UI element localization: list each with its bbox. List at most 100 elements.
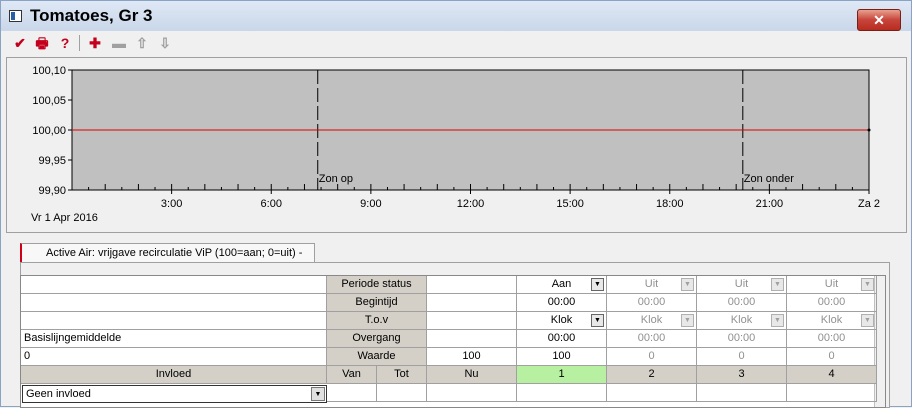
move-down-icon[interactable]: ⇩	[156, 34, 174, 52]
header-van: Van	[327, 366, 377, 384]
close-button[interactable]: ✕	[857, 9, 901, 31]
header-period-4-text: 4	[828, 368, 835, 380]
tab-label: Active Air: vrijgave recirculatie ViP (1…	[46, 247, 303, 259]
period-1-tov-text: Klok	[550, 314, 573, 326]
left-row-cell	[21, 294, 327, 312]
period-4-tov-text: Klok	[820, 314, 843, 326]
period-4-status[interactable]: Uit ▼	[787, 276, 877, 294]
row-label-begin-text: Begintijd	[355, 296, 398, 308]
invloed-select-value: Geen invloed	[26, 388, 91, 400]
period-4-overgang[interactable]: 00:00	[787, 330, 877, 348]
period-1-tov[interactable]: Klok ▼	[517, 312, 607, 330]
remove-icon[interactable]: ▬	[110, 34, 128, 52]
period-1-overgang[interactable]: 00:00	[517, 330, 607, 348]
van-value-cell[interactable]	[327, 384, 377, 402]
invloed-select[interactable]: Geen invloed ▼	[22, 385, 327, 403]
header-invloed-text: Invloed	[155, 368, 192, 380]
row-label-begin: Begintijd	[327, 294, 427, 312]
x-tick-label: Za 2	[858, 198, 880, 210]
window-title: Tomatoes, Gr 3	[30, 6, 153, 25]
period-3-overgang-text: 00:00	[727, 332, 756, 344]
header-period-3[interactable]: 3	[697, 366, 787, 384]
nu-value-cell-text: 100	[462, 350, 481, 362]
period-2-overgang-text: 00:00	[637, 332, 666, 344]
confirm-icon[interactable]: ✔	[11, 34, 29, 52]
app-icon	[9, 10, 22, 22]
dropdown-arrow-icon[interactable]: ▼	[591, 278, 604, 291]
dropdown-arrow-icon[interactable]: ▼	[591, 314, 604, 327]
x-tick-label: 12:00	[457, 198, 485, 210]
header-van-text: Van	[342, 368, 361, 380]
dropdown-arrow-icon[interactable]: ▼	[861, 314, 874, 327]
period-3-status[interactable]: Uit ▼	[697, 276, 787, 294]
move-up-icon[interactable]: ⇧	[133, 34, 151, 52]
period-1-status[interactable]: Aan ▼	[517, 276, 607, 294]
dropdown-arrow-icon[interactable]: ▼	[681, 278, 694, 291]
row-label-status-text: Periode status	[341, 278, 412, 290]
x-tick-label: 6:00	[261, 198, 282, 210]
print-icon[interactable]: 🖶	[33, 34, 51, 52]
chart-date-label: Vr 1 Apr 2016	[31, 212, 98, 224]
nu-value-cell	[427, 312, 517, 330]
left-row-cell	[21, 276, 327, 294]
row-label-overgang-text: Overgang	[352, 332, 401, 344]
period-3-begin[interactable]: 00:00	[697, 294, 787, 312]
left-row-cell	[21, 312, 327, 330]
y-tick-label: 99,95	[38, 155, 66, 167]
x-tick-label: 15:00	[556, 198, 584, 210]
y-tick-label: 99,90	[38, 185, 66, 197]
period-2-begin-text: 00:00	[637, 296, 666, 308]
period-2-waarde[interactable]: 0	[607, 348, 697, 366]
header-period-4[interactable]: 4	[787, 366, 877, 384]
left-row-cell: 0	[21, 348, 327, 366]
x-tick-label: 9:00	[360, 198, 381, 210]
period-3-tov[interactable]: Klok ▼	[697, 312, 787, 330]
period-2-status[interactable]: Uit ▼	[607, 276, 697, 294]
period-empty-cell	[517, 384, 607, 402]
dropdown-arrow-icon[interactable]: ▼	[771, 278, 784, 291]
chart-panel: 100,10 100,05 100,00 99,95 99,90 3:00 6:00 9:00…	[6, 57, 907, 233]
period-3-waarde[interactable]: 0	[697, 348, 787, 366]
header-tot-text: Tot	[394, 368, 409, 380]
period-4-waarde[interactable]: 0	[787, 348, 877, 366]
chevron-down-icon[interactable]: ▼	[311, 387, 325, 401]
period-2-overgang[interactable]: 00:00	[607, 330, 697, 348]
dropdown-arrow-icon[interactable]: ▼	[861, 278, 874, 291]
add-icon[interactable]: ✚	[86, 34, 104, 52]
y-tick-label: 100,10	[32, 65, 66, 77]
tab-active-air[interactable]: Active Air: vrijgave recirculatie ViP (1…	[20, 243, 315, 262]
period-4-tov[interactable]: Klok ▼	[787, 312, 877, 330]
nu-empty-cell	[427, 384, 517, 402]
header-period-2[interactable]: 2	[607, 366, 697, 384]
period-1-begin[interactable]: 00:00	[517, 294, 607, 312]
row-label-waarde-text: Waarde	[357, 350, 396, 362]
tot-value-cell[interactable]	[377, 384, 427, 402]
period-3-tov-text: Klok	[730, 314, 753, 326]
header-period-2-text: 2	[648, 368, 655, 380]
period-1-status-text: Aan	[551, 278, 572, 290]
period-1-waarde-text: 100	[552, 350, 571, 362]
title-bar: Tomatoes, Gr 3 ✕	[1, 1, 911, 31]
series-end-point	[867, 128, 871, 132]
period-3-overgang[interactable]: 00:00	[697, 330, 787, 348]
header-nu-text: Nu	[464, 368, 479, 380]
period-empty-cell	[697, 384, 787, 402]
period-4-begin-text: 00:00	[817, 296, 846, 308]
dropdown-arrow-icon[interactable]: ▼	[771, 314, 784, 327]
period-2-tov[interactable]: Klok ▼	[607, 312, 697, 330]
annotation-label: Zon onder	[744, 173, 794, 185]
period-2-begin[interactable]: 00:00	[607, 294, 697, 312]
period-1-waarde[interactable]: 100	[517, 348, 607, 366]
left-row-cell: Basislijngemiddelde	[21, 330, 327, 348]
x-tick-label: 3:00	[161, 198, 182, 210]
row-label-overgang: Overgang	[327, 330, 427, 348]
window: Tomatoes, Gr 3 ✕ ✔ 🖶? ✚ ▬ ⇧ ⇩ 100,10 100,05 100…	[0, 0, 912, 408]
left-row-cell-text: 0	[24, 350, 31, 362]
period-4-begin[interactable]: 00:00	[787, 294, 877, 312]
nu-value-cell	[427, 294, 517, 312]
dropdown-arrow-icon[interactable]: ▼	[681, 314, 694, 327]
period-3-waarde-text: 0	[738, 350, 745, 362]
header-period-1[interactable]: 1	[517, 366, 607, 384]
help-icon[interactable]: ?	[56, 34, 74, 52]
line-chart: 100,10 100,05 100,00 99,95 99,90 3:00 6:00 9:00…	[32, 65, 880, 210]
